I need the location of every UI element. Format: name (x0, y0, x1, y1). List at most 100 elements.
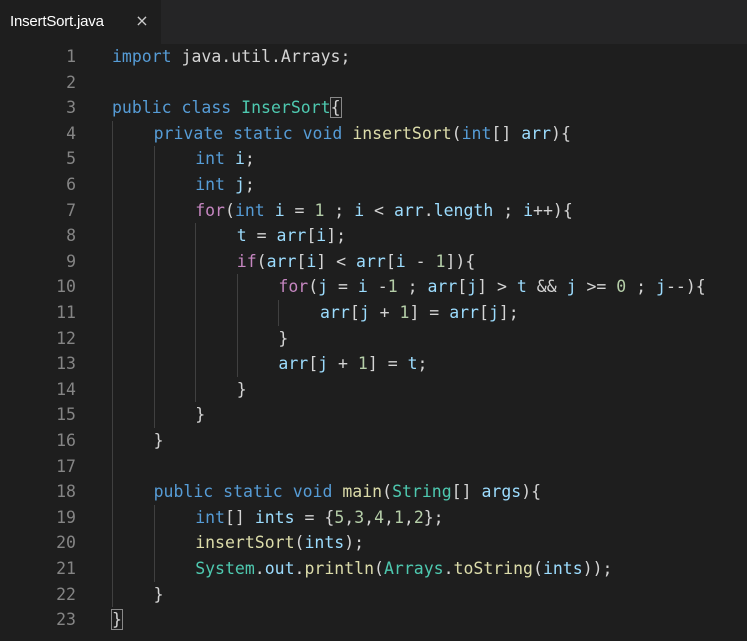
code-text: for(int i = 1 ; i < arr.length ; i++){ (195, 198, 573, 224)
code-line: 5 int i; (0, 146, 747, 172)
code-token: insertSort (195, 533, 295, 553)
code-line: 16} (0, 428, 747, 454)
code-token: ( (451, 123, 462, 143)
code-token: = (246, 226, 277, 246)
code-token: ; (493, 200, 524, 220)
code-token: t (516, 277, 527, 297)
matched-bracket: } (111, 609, 123, 631)
code-token: . (294, 559, 305, 578)
code-token: length (433, 200, 494, 220)
code-token: void (302, 123, 343, 143)
code-token: args (481, 482, 522, 502)
code-token: class (181, 98, 232, 118)
matched-bracket: { (329, 97, 342, 119)
line-number: 5 (66, 149, 76, 169)
code-text: System.out.println(Arrays.toString(ints)… (195, 556, 612, 582)
code-token: int (195, 149, 225, 169)
code-token: t (407, 354, 418, 374)
code-token: arr (266, 251, 297, 271)
code-text: int[] ints = {5,3,4,1,2}; (195, 505, 443, 531)
editor-text-area[interactable]: 1 import java.util.Arrays; 2 3 public class … (0, 44, 747, 641)
line-number: 18 (56, 482, 76, 502)
code-text: } (237, 377, 247, 403)
code-token: i (306, 251, 317, 271)
code-token: ; (244, 149, 255, 169)
tab-insertsort-java[interactable]: InsertSort.java × (0, 0, 162, 44)
code-text: private static void insertSort(int[] arr… (154, 121, 571, 147)
code-token: ]; (326, 226, 347, 246)
code-token: ++){ (533, 200, 573, 220)
code-token: i (234, 149, 245, 169)
code-token: java.util.Arrays; (171, 47, 351, 66)
code-text: t = arr[i]; (237, 223, 346, 249)
code-text: public class InserSort{ (112, 95, 342, 121)
line-number: 21 (56, 559, 76, 578)
code-token: [ (308, 354, 319, 374)
code-token: ] < (316, 251, 357, 271)
line-number: 1 (66, 47, 76, 66)
code-token: + (369, 303, 400, 322)
code-token: ; (626, 277, 657, 297)
code-token: . (423, 200, 434, 220)
line-number: 9 (66, 251, 76, 271)
code-line: 23} (0, 607, 747, 633)
code-text: } (278, 326, 288, 352)
code-token: ; (244, 175, 255, 194)
code-token: static (223, 482, 283, 502)
code-token: ; (417, 354, 428, 374)
code-token: InserSort (241, 98, 331, 118)
code-text: for(j = i -1 ; arr[j] > t && j >= 0 ; j-… (278, 274, 705, 300)
code-token: arr (449, 303, 479, 322)
line-number: 15 (56, 405, 76, 425)
code-token: j (234, 175, 245, 194)
code-line: 8 t = arr[i]; (0, 223, 747, 249)
tab-bar: InsertSort.java × (0, 0, 747, 44)
code-text: } (154, 582, 164, 608)
code-token: 1 (435, 251, 446, 271)
code-token: out (264, 559, 295, 578)
code-token: i (357, 277, 368, 297)
code-token: , (364, 507, 375, 527)
code-token: 1 (387, 277, 398, 297)
code-token: arr (356, 251, 386, 271)
code-token: --){ (665, 277, 706, 297)
code-token: [ (306, 226, 317, 246)
code-token: [] (491, 123, 522, 143)
line-number: 6 (66, 175, 76, 194)
tab-filename: InsertSort.java (10, 13, 104, 30)
close-icon[interactable]: × (134, 11, 150, 31)
code-text: } (111, 607, 123, 633)
code-token: main (342, 482, 383, 502)
code-line: 21 System.out.println(Arrays.toString(int… (0, 556, 747, 582)
code-token: >= (576, 277, 617, 297)
code-token: . (254, 559, 265, 578)
code-token: j (566, 277, 577, 297)
code-token: ints (254, 507, 295, 527)
code-token: ){ (521, 482, 542, 502)
code-token: ( (374, 559, 384, 578)
line-number: 11 (56, 303, 76, 322)
line-number: 16 (56, 431, 76, 450)
code-token: [] (225, 507, 255, 527)
code-token: int (461, 123, 492, 143)
code-token: ( (225, 200, 235, 220)
code-token: i (395, 251, 406, 271)
code-token: arr (320, 303, 350, 322)
code-token: , (403, 507, 414, 527)
code-line: 9 if(arr[i] < arr[i - 1]){ (0, 249, 747, 275)
code-text: int i; (195, 146, 255, 172)
code-token: }; (423, 507, 444, 527)
code-token: ]; (498, 303, 519, 322)
code-token: 1 (393, 507, 404, 527)
code-token: 5 (334, 507, 345, 527)
code-line: 13 arr[j + 1] = t; (0, 351, 747, 377)
code-token: 1 (357, 354, 368, 374)
line-number: 13 (56, 354, 76, 374)
code-token: - (367, 277, 388, 297)
code-token: )); (582, 559, 613, 578)
